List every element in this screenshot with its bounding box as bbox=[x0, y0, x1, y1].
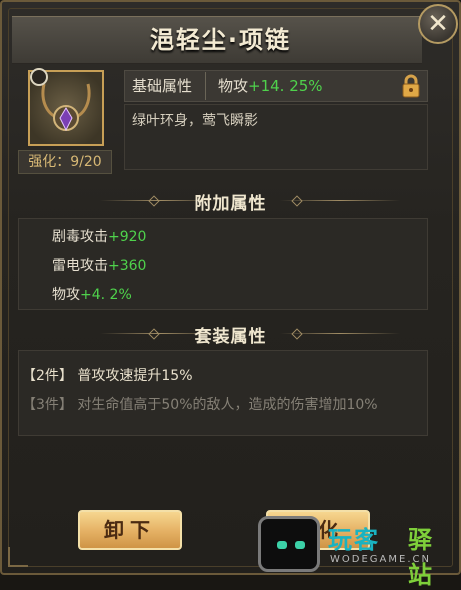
watermark-text-a: 玩客 bbox=[328, 526, 380, 554]
watermark-eye bbox=[277, 541, 287, 549]
corner-ornament bbox=[8, 547, 28, 567]
attr-divider bbox=[205, 72, 206, 100]
set-attr-title: 套装属性 bbox=[194, 327, 267, 347]
extra-attr-value: +4. 2% bbox=[80, 287, 132, 303]
base-stat-name: 物攻 bbox=[218, 77, 249, 95]
extra-attr-value: +920 bbox=[108, 229, 147, 245]
enhance-level: 强化：9/20 bbox=[18, 150, 112, 174]
extra-attr-name: 剧毒攻击 bbox=[52, 229, 108, 245]
extra-attr-value: +360 bbox=[108, 258, 147, 274]
extra-attr-row: 剧毒攻击+920 bbox=[52, 226, 146, 246]
unequip-button[interactable]: 卸下 bbox=[78, 510, 182, 550]
extra-attr-row: 雷电攻击+360 bbox=[52, 255, 146, 275]
close-button[interactable]: ✕ bbox=[418, 4, 458, 44]
set-bonus-row: 【2件】 普攻攻速提升15% bbox=[22, 365, 193, 385]
site-watermark: 玩客 驿站 WODEGAME.CN bbox=[258, 516, 458, 589]
bind-ring-icon bbox=[30, 68, 48, 86]
extra-attr-name: 雷电攻击 bbox=[52, 258, 108, 274]
watermark-sub: WODEGAME.CN bbox=[330, 554, 431, 565]
base-attr-value: 物攻+14. 25% bbox=[218, 70, 323, 102]
base-attr-label: 基础属性 bbox=[132, 77, 193, 95]
set-piece-tag: 【2件】 bbox=[22, 368, 73, 384]
extra-attr-name: 物攻 bbox=[52, 287, 80, 303]
extra-attr-title: 附加属性 bbox=[194, 194, 267, 214]
close-icon: ✕ bbox=[427, 9, 449, 39]
base-stat-value: +14. 25% bbox=[248, 77, 323, 95]
set-attr-list bbox=[18, 350, 428, 436]
set-piece-tag: 【3件】 bbox=[22, 397, 73, 413]
lock-icon[interactable] bbox=[400, 74, 422, 98]
watermark-eye bbox=[295, 541, 305, 549]
watermark-logo bbox=[258, 516, 320, 572]
set-bonus-row: 【3件】 对生命值高于50%的敌人，造成的伤害增加10% bbox=[22, 394, 378, 414]
extra-attr-row: 物攻+4. 2% bbox=[52, 284, 132, 304]
item-title: 浥轻尘·项链 bbox=[149, 26, 292, 54]
set-bonus-text: 对生命值高于50%的敌人，造成的伤害增加10% bbox=[77, 397, 378, 413]
item-description: 绿叶环身，莺飞瞬影 bbox=[132, 113, 258, 129]
set-bonus-text: 普攻攻速提升15% bbox=[77, 368, 193, 384]
